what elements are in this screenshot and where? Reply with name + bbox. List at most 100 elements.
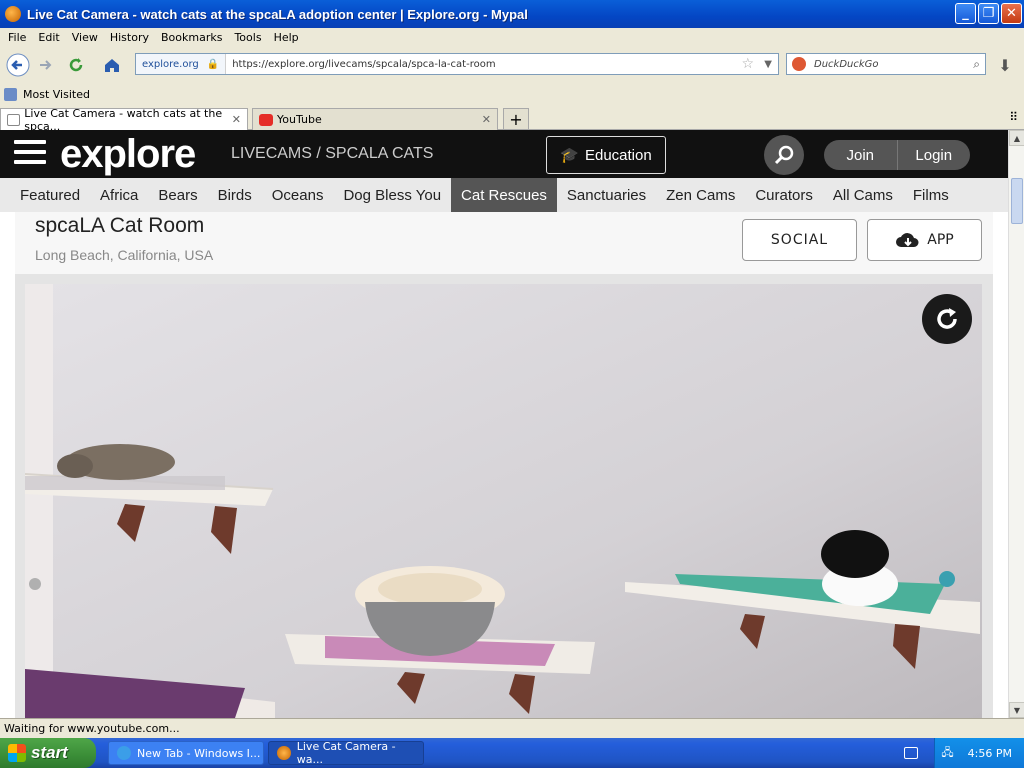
site-identity-badge[interactable]: explore.org 🔒 [136, 54, 227, 74]
nav-africa[interactable]: Africa [90, 178, 148, 212]
system-tray: 🖧 4:56 PM [934, 738, 1024, 768]
nav-birds[interactable]: Birds [208, 178, 262, 212]
live-video-player[interactable] [25, 284, 982, 718]
taskbar-item-label: Live Cat Camera - wa... [296, 740, 396, 766]
nav-curators[interactable]: Curators [745, 178, 823, 212]
tab-close-icon[interactable]: ✕ [232, 113, 241, 126]
tab-live-cat-camera[interactable]: Live Cat Camera - watch cats at the spca… [0, 106, 248, 133]
search-placeholder: DuckDuckGo [814, 58, 879, 70]
address-bar[interactable]: explore.org 🔒 https://explore.org/liveca… [135, 53, 779, 75]
scroll-down-icon[interactable]: ▼ [1009, 702, 1024, 718]
social-label: SOCIAL [770, 232, 829, 248]
tab-label: YouTube [277, 113, 322, 126]
nav-zen-cams[interactable]: Zen Cams [656, 178, 745, 212]
start-label: start [31, 743, 68, 762]
download-arrow-icon: ⬇ [998, 55, 1012, 75]
app-label: APP [927, 232, 954, 248]
back-button[interactable] [4, 52, 32, 78]
education-button[interactable]: 🎓 Education [546, 136, 666, 174]
cam-card: spcaLA Cat Room Long Beach, California, … [15, 212, 993, 718]
auth-group: Join Login [824, 140, 970, 170]
nav-films[interactable]: Films [903, 178, 959, 212]
page-viewport: explore LIVECAMS / SPCALA CATS 🎓 Educati… [0, 130, 1008, 718]
tab-youtube[interactable]: YouTube ✕ [252, 108, 498, 130]
nav-dog-bless-you[interactable]: Dog Bless You [333, 178, 451, 212]
new-tab-button[interactable]: + [503, 108, 529, 130]
nav-sanctuaries[interactable]: Sanctuaries [557, 178, 656, 212]
bookmark-star-icon[interactable]: ☆ [741, 56, 754, 72]
taskbar-item-new-tab[interactable]: New Tab - Windows I... [108, 741, 264, 765]
tab-label: Live Cat Camera - watch cats at the spca… [24, 106, 223, 133]
forward-button[interactable] [31, 52, 59, 78]
logo-text: explore [60, 132, 196, 176]
social-button[interactable]: SOCIAL [742, 219, 857, 261]
site-search-button[interactable] [764, 135, 804, 175]
search-icon[interactable]: ⌕ [973, 57, 980, 72]
menu-edit[interactable]: Edit [38, 31, 59, 44]
scroll-up-icon[interactable]: ▲ [1009, 130, 1024, 146]
windows-taskbar: start New Tab - Windows I... Live Cat Ca… [0, 738, 1024, 768]
tab-close-icon[interactable]: ✕ [482, 113, 491, 126]
page-favicon-icon [7, 113, 21, 126]
join-button[interactable]: Join [824, 140, 897, 170]
download-button[interactable]: ⬇ [992, 54, 1018, 76]
login-button[interactable]: Login [896, 140, 971, 170]
home-icon [105, 59, 119, 72]
education-label: Education [584, 146, 652, 164]
menu-view[interactable]: View [72, 31, 98, 44]
scroll-thumb[interactable] [1011, 178, 1023, 224]
app-button[interactable]: APP [867, 219, 982, 261]
nav-featured[interactable]: Featured [10, 178, 90, 212]
navigation-toolbar: explore.org 🔒 https://explore.org/liveca… [0, 48, 1024, 82]
forward-arrow-icon [40, 60, 52, 70]
mypal-icon [277, 746, 291, 760]
cam-header: spcaLA Cat Room Long Beach, California, … [15, 212, 993, 274]
search-icon [774, 145, 794, 165]
breadcrumb[interactable]: LIVECAMS / SPCALA CATS [231, 145, 433, 163]
home-button[interactable] [98, 52, 126, 78]
menu-file[interactable]: File [8, 31, 26, 44]
close-button[interactable]: ✕ [1001, 3, 1022, 24]
reload-icon [69, 58, 83, 72]
explore-logo[interactable]: explore [60, 132, 196, 177]
site-header: explore LIVECAMS / SPCALA CATS 🎓 Educati… [0, 130, 1008, 178]
menu-bar: File Edit View History Bookmarks Tools H… [0, 28, 1024, 46]
keyboard-layout-icon[interactable] [904, 747, 918, 759]
cam-title: spcaLA Cat Room [35, 214, 205, 237]
back-arrow-icon [6, 53, 30, 77]
window-titlebar: Live Cat Camera - watch cats at the spca… [0, 0, 1024, 28]
taskbar-item-label: New Tab - Windows I... [137, 746, 261, 760]
taskbar-item-live-cat-camera[interactable]: Live Cat Camera - wa... [268, 740, 424, 766]
menu-bookmarks[interactable]: Bookmarks [161, 31, 222, 44]
menu-history[interactable]: History [110, 31, 149, 44]
network-icon[interactable]: 🖧 [941, 744, 953, 763]
cloud-download-icon [896, 233, 919, 247]
bookmark-most-visited[interactable]: Most Visited [23, 88, 90, 101]
menu-help[interactable]: Help [274, 31, 299, 44]
nav-all-cams[interactable]: All Cams [823, 178, 903, 212]
page-scrollbar[interactable]: ▲ ▼ [1008, 130, 1024, 718]
nav-bears[interactable]: Bears [148, 178, 207, 212]
search-bar[interactable]: DuckDuckGo ⌕ [786, 53, 986, 75]
window-title: Live Cat Camera - watch cats at the spca… [27, 6, 528, 22]
reload-button[interactable] [62, 52, 90, 78]
hamburger-menu-icon[interactable] [14, 140, 46, 170]
status-text: Waiting for www.youtube.com... [4, 722, 180, 735]
nav-oceans[interactable]: Oceans [262, 178, 334, 212]
clock[interactable]: 4:56 PM [968, 747, 1012, 760]
refresh-stream-button[interactable] [922, 294, 972, 344]
nav-cat-rescues[interactable]: Cat Rescues [451, 178, 557, 212]
lock-icon: 🔒 [206, 58, 220, 70]
menu-tools[interactable]: Tools [234, 31, 261, 44]
url-text[interactable]: https://explore.org/livecams/spcala/spca… [226, 59, 495, 70]
duckduckgo-icon[interactable] [792, 57, 806, 71]
maximize-button[interactable]: ❐ [978, 3, 999, 24]
cam-location: Long Beach, California, USA [35, 247, 214, 263]
site-badge-label: explore.org [142, 58, 199, 70]
start-button[interactable]: start [0, 738, 96, 768]
category-nav: Featured Africa Bears Birds Oceans Dog B… [0, 178, 1008, 212]
most-visited-icon [4, 87, 17, 101]
url-dropdown-icon[interactable]: ▼ [764, 59, 772, 70]
minimize-button[interactable]: _ [955, 3, 976, 24]
tab-list-icon[interactable]: ⠿ [1009, 110, 1018, 124]
